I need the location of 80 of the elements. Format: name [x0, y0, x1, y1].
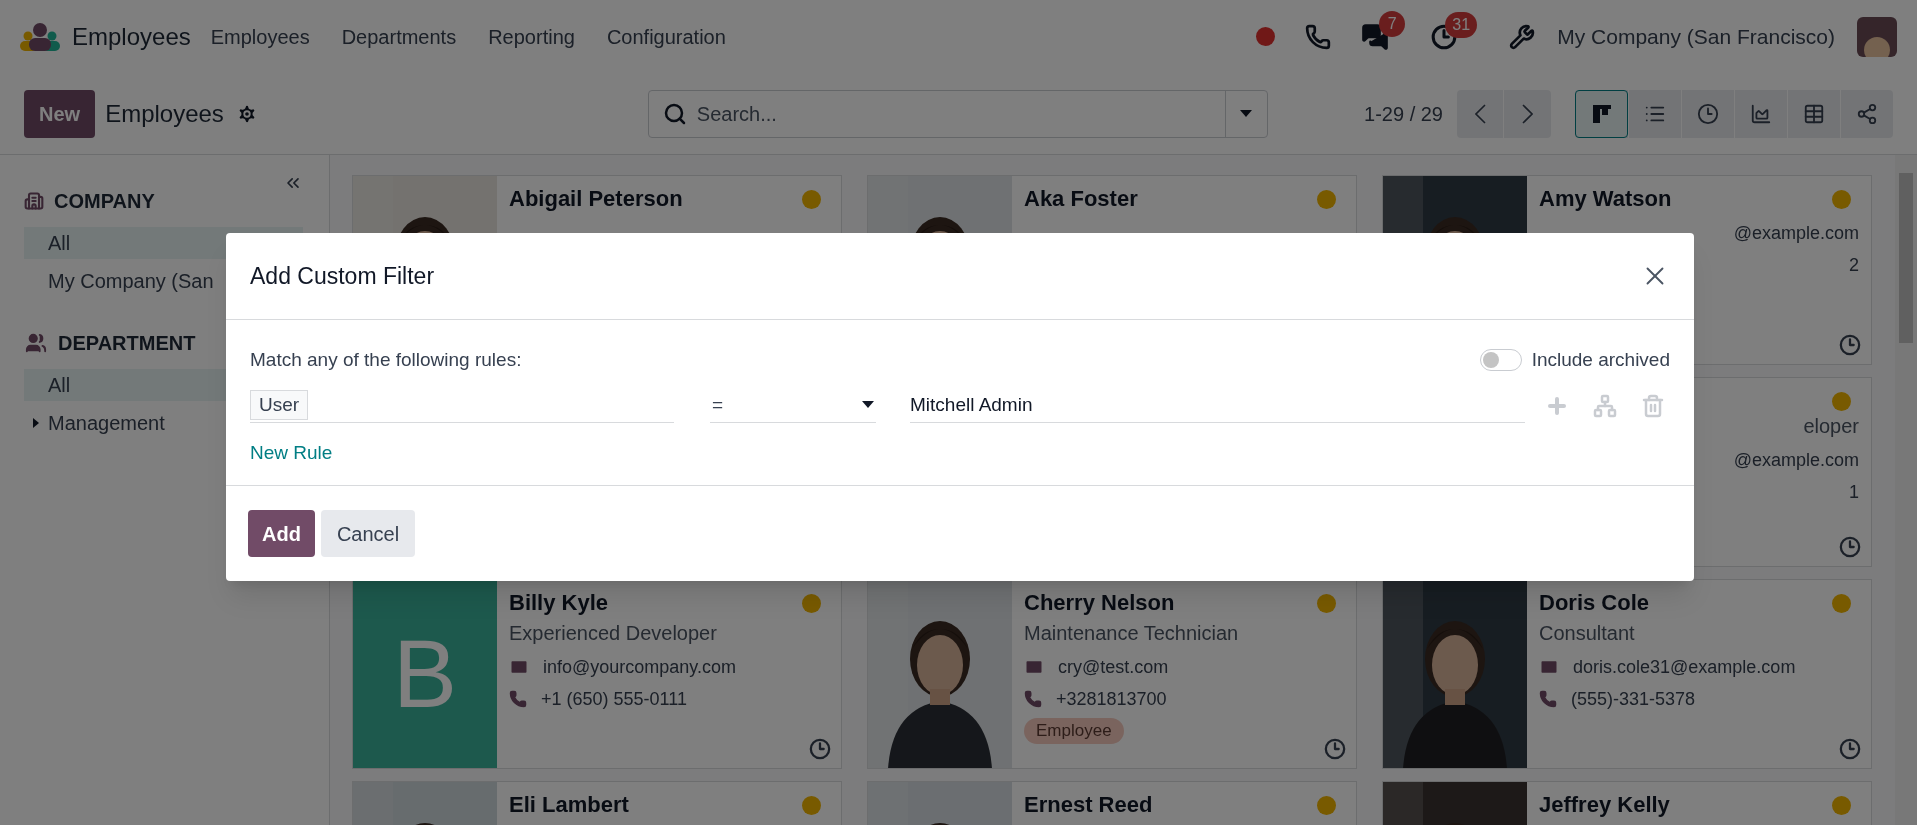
phone-text: +1 (650) 555-0111	[541, 688, 687, 711]
dialog-title: Add Custom Filter	[250, 261, 435, 291]
clock-icon	[1697, 102, 1719, 125]
chevron-right-icon	[1522, 103, 1533, 124]
email-text: cry@test.com	[1058, 656, 1169, 679]
job-title: Consultant	[1539, 621, 1635, 646]
phone-icon[interactable]	[1305, 23, 1332, 50]
employee-card[interactable]: B Billy Kyle Experienced Developer info@yourcompany.com +1 (650) 555-0111	[352, 579, 842, 769]
notification-badge: 31	[1445, 11, 1478, 38]
table-icon	[1803, 102, 1825, 125]
building-icon	[24, 190, 44, 212]
phone-icon	[1024, 690, 1042, 708]
menu-item[interactable]: Configuration	[606, 21, 726, 52]
people-icon	[24, 332, 48, 354]
employee-name: Abigail Peterson	[509, 185, 683, 213]
user-avatar[interactable]	[1857, 16, 1897, 57]
job-title: eloper	[1803, 414, 1859, 439]
phone-icon	[1539, 690, 1557, 708]
employee-card[interactable]: Cherry Nelson Maintenance Technician cry@test.com +3281813700 Employee	[867, 579, 1357, 769]
kanban-icon	[1591, 103, 1612, 124]
people-logo-icon	[20, 21, 60, 52]
search-icon	[662, 101, 687, 126]
letter-avatar: B	[353, 580, 497, 768]
caret-icon	[862, 401, 874, 409]
view-switch-button[interactable]	[1575, 89, 1628, 138]
section-heading: COMPANY	[54, 189, 155, 214]
clock-icon[interactable]	[1839, 334, 1861, 356]
tag: Employee	[1024, 718, 1124, 744]
phone-text: (555)-331-5378	[1571, 688, 1696, 711]
employee-name: Eli Lambert	[509, 791, 629, 819]
app-name[interactable]: Employees	[72, 18, 191, 55]
menu-item[interactable]: Employees	[210, 21, 310, 52]
employee-name: Jeffrey Kelly	[1539, 791, 1670, 819]
email-text: @example.com	[1733, 222, 1859, 245]
add-button[interactable]: Add	[248, 510, 315, 557]
employee-name: Amy Watson	[1539, 185, 1672, 213]
toggle-label: Include archived	[1531, 348, 1670, 372]
menu-item[interactable]: Departments	[341, 21, 457, 52]
new-button[interactable]: New	[24, 89, 96, 138]
phone-icon	[509, 690, 527, 708]
email-text: @example.com	[1733, 449, 1859, 472]
area-chart-icon	[1750, 102, 1772, 125]
phone-text: +3281813700	[1056, 688, 1167, 711]
employee-name: Cherry Nelson	[1024, 589, 1175, 617]
menu-item[interactable]: Reporting	[488, 21, 575, 52]
operator-select[interactable]: =	[710, 388, 876, 423]
clock-icon[interactable]	[1839, 536, 1861, 558]
value-input[interactable]: Mitchell Admin	[910, 388, 1525, 423]
employee-name: Ernest Reed	[1024, 791, 1153, 819]
page-title: Employees	[105, 98, 224, 129]
rules-intro: Match any of the following rules:	[250, 348, 522, 372]
scrollbar[interactable]	[1895, 155, 1917, 825]
tools-icon[interactable]	[1509, 23, 1536, 50]
job-title: Maintenance Technician	[1024, 621, 1239, 646]
pager-text: 1-29 / 29	[1364, 101, 1443, 127]
toggle-switch[interactable]	[1479, 349, 1522, 372]
chat-icon[interactable]	[1361, 22, 1390, 51]
employee-name: Doris Cole	[1539, 589, 1650, 617]
cancel-button[interactable]: Cancel	[320, 510, 416, 557]
notification-badge: 7	[1379, 10, 1406, 37]
clock-icon[interactable]	[809, 738, 831, 760]
email-text: doris.cole31@example.com	[1573, 656, 1796, 679]
search-field[interactable]: Search...	[647, 89, 1268, 138]
employee-name: Aka Foster	[1024, 185, 1138, 213]
employee-name: Billy Kyle	[509, 589, 609, 617]
field-path-selector[interactable]: User	[250, 390, 309, 420]
hierarchy-icon	[1856, 102, 1878, 125]
email-text: info@yourcompany.com	[543, 656, 737, 679]
clock-icon[interactable]	[1324, 738, 1346, 760]
employee-card[interactable]: Doris Cole Consultant doris.cole31@example.com (555)-331-5378	[1382, 579, 1872, 769]
phone-text: 2	[1849, 254, 1859, 277]
clock-icon[interactable]	[1839, 738, 1861, 760]
chevron-left-icon	[1474, 103, 1486, 124]
new-rule-link[interactable]: New Rule	[250, 438, 333, 467]
section-heading: DEPARTMENT	[58, 331, 196, 356]
company-switcher[interactable]: My Company (San Francisco)	[1557, 20, 1835, 53]
caret-icon	[1240, 109, 1253, 118]
phone-text: 1	[1849, 481, 1859, 504]
job-title: Experienced Developer	[509, 621, 717, 646]
search-input[interactable]: Search...	[696, 98, 1225, 129]
